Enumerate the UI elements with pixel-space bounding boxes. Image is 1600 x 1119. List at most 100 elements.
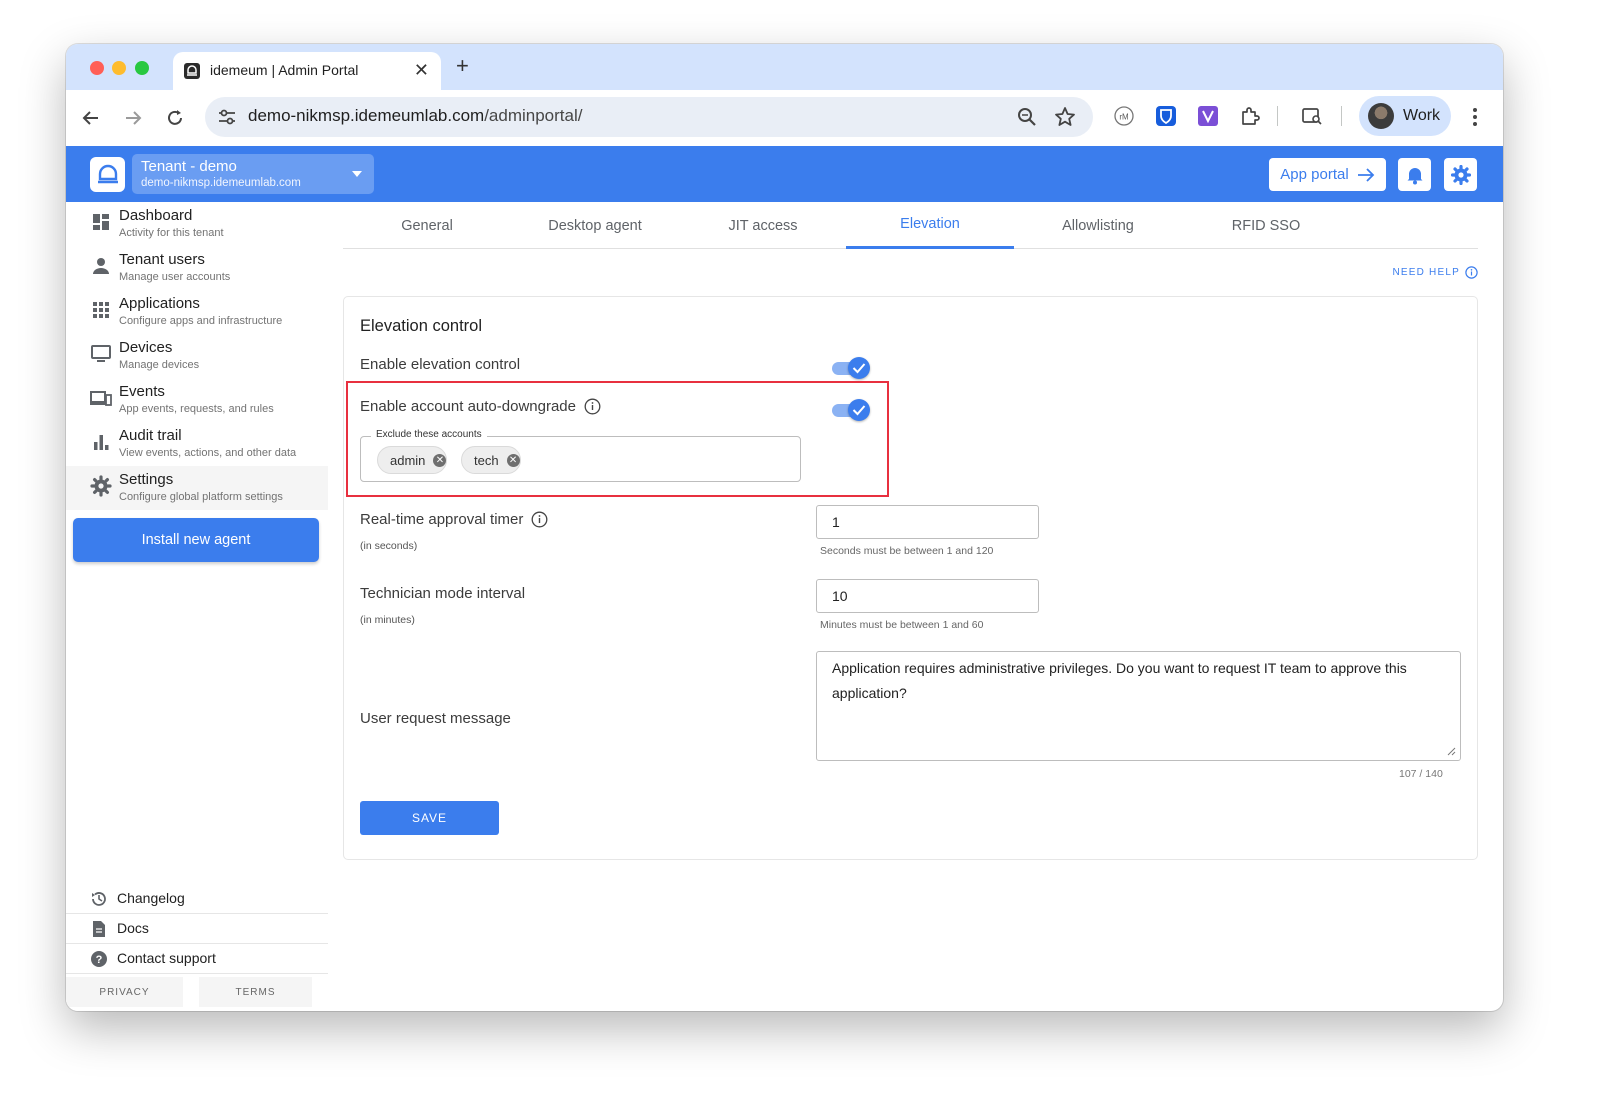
need-help-link[interactable]: NEED HELP xyxy=(1393,266,1479,279)
sidebar-item-title: Events xyxy=(119,383,165,400)
new-tab-icon[interactable]: + xyxy=(456,54,469,78)
technician-mode-text: Technician mode interval xyxy=(360,585,526,602)
tenant-selector[interactable]: Tenant - demo demo-nikmsp.idemeumlab.com xyxy=(132,154,374,194)
account-chip-tech: tech ✕ xyxy=(461,446,521,474)
tab-elevation[interactable]: Elevation xyxy=(846,202,1014,249)
need-help-label: NEED HELP xyxy=(1392,267,1460,278)
sidebar-item-audit-trail[interactable]: Audit trail View events, actions, and ot… xyxy=(66,422,328,466)
privacy-link[interactable]: PRIVACY xyxy=(66,977,183,1007)
remove-chip-icon[interactable]: ✕ xyxy=(506,453,520,467)
forward-arrow-icon[interactable] xyxy=(121,106,145,130)
settings-gear-icon[interactable] xyxy=(1444,158,1477,191)
sidebar-item-title: Tenant users xyxy=(119,251,205,268)
rm-extension-icon[interactable]: rM xyxy=(1113,105,1135,127)
sidebar-item-devices[interactable]: Devices Manage devices xyxy=(66,334,328,378)
profile-button[interactable]: Work xyxy=(1359,96,1451,136)
site-settings-icon[interactable] xyxy=(215,105,239,129)
sidebar-item-settings[interactable]: Settings Configure global platform setti… xyxy=(66,466,328,510)
tab-general[interactable]: General xyxy=(343,202,511,249)
sidebar: Dashboard Activity for this tenant Tenan… xyxy=(66,202,328,1011)
profile-label: Work xyxy=(1403,107,1441,124)
check-icon xyxy=(848,357,870,379)
url-host: demo-nikmsp.idemeumlab.com xyxy=(248,106,485,125)
auto-downgrade-label: Enable account auto-downgrade xyxy=(360,398,601,415)
sidebar-item-title: Settings xyxy=(119,471,174,488)
exclude-accounts-legend: Exclude these accounts xyxy=(371,429,487,440)
sidebar-item-subtitle: View events, actions, and other data xyxy=(119,447,297,459)
auto-downgrade-text: Enable account auto-downgrade xyxy=(360,398,576,415)
approval-timer-input[interactable]: 1 xyxy=(816,505,1039,539)
idemeum-logo-icon[interactable] xyxy=(90,157,125,192)
auto-downgrade-toggle[interactable] xyxy=(832,399,870,421)
tab-rfid-sso[interactable]: RFID SSO xyxy=(1182,202,1350,249)
enable-elevation-label: Enable elevation control xyxy=(360,356,520,373)
browser-tab-strip: idemeum | Admin Portal ✕ + xyxy=(66,44,1503,90)
tenant-domain: demo-nikmsp.idemeumlab.com xyxy=(141,177,301,189)
contact-support-link[interactable]: ? Contact support xyxy=(66,944,328,974)
user-request-message-textarea[interactable]: Application requires administrative priv… xyxy=(816,651,1461,761)
bitwarden-shield-icon[interactable] xyxy=(1155,105,1177,127)
tenant-name: Tenant - demo xyxy=(141,158,237,175)
sidebar-item-subtitle: Activity for this tenant xyxy=(119,227,224,239)
help-circle-icon: ? xyxy=(91,951,107,967)
close-window-button[interactable] xyxy=(90,61,104,75)
changelog-link[interactable]: Changelog xyxy=(66,884,328,914)
docs-link[interactable]: Docs xyxy=(66,914,328,944)
save-button[interactable]: SAVE xyxy=(360,801,499,835)
info-icon[interactable] xyxy=(531,511,548,528)
sidebar-item-dashboard[interactable]: Dashboard Activity for this tenant xyxy=(66,202,328,246)
browser-menu-icon[interactable] xyxy=(1471,106,1479,128)
extensions-puzzle-icon[interactable] xyxy=(1239,105,1261,127)
notifications-bell-icon[interactable] xyxy=(1398,158,1431,191)
sidebar-item-subtitle: Configure apps and infrastructure xyxy=(119,315,283,327)
technician-mode-label: Technician mode interval xyxy=(360,585,525,602)
enable-elevation-toggle[interactable] xyxy=(832,357,870,379)
address-bar[interactable]: demo-nikmsp.idemeumlab.com/adminportal/ xyxy=(205,97,1093,137)
contact-support-label: Contact support xyxy=(117,950,216,966)
sidebar-item-title: Audit trail xyxy=(119,427,182,444)
maximize-window-button[interactable] xyxy=(135,61,149,75)
browser-tab-title: idemeum | Admin Portal xyxy=(210,62,359,78)
sidebar-item-tenant-users[interactable]: Tenant users Manage user accounts xyxy=(66,246,328,290)
back-arrow-icon[interactable] xyxy=(79,106,103,130)
svg-text:rM: rM xyxy=(1119,113,1129,122)
document-icon xyxy=(93,921,105,937)
browser-tab[interactable]: idemeum | Admin Portal ✕ xyxy=(173,52,441,90)
url-path: /adminportal/ xyxy=(484,106,583,125)
minimize-window-button[interactable] xyxy=(112,61,126,75)
bookmark-star-icon[interactable] xyxy=(1053,105,1077,129)
check-icon xyxy=(848,399,870,421)
person-icon xyxy=(93,258,109,274)
tab-search-icon[interactable] xyxy=(1301,105,1323,127)
v-extension-icon[interactable] xyxy=(1197,105,1219,127)
resize-handle-icon[interactable] xyxy=(1446,746,1456,756)
tab-allowlisting[interactable]: Allowlisting xyxy=(1014,202,1182,249)
avatar xyxy=(1368,103,1394,129)
technician-mode-input[interactable]: 10 xyxy=(816,579,1039,613)
browser-toolbar: demo-nikmsp.idemeumlab.com/adminportal/ xyxy=(66,90,1503,146)
info-icon[interactable] xyxy=(584,398,601,415)
technician-mode-hint: Minutes must be between 1 and 60 xyxy=(820,619,984,631)
app-portal-button[interactable]: App portal xyxy=(1269,158,1386,191)
reload-icon[interactable] xyxy=(163,106,187,130)
message-character-counter: 107 / 140 xyxy=(1399,768,1443,780)
remove-chip-icon[interactable]: ✕ xyxy=(433,453,447,467)
user-request-message-label: User request message xyxy=(360,710,511,727)
caret-down-icon xyxy=(352,171,362,177)
user-request-message-text: User request message xyxy=(360,710,511,727)
zoom-icon[interactable] xyxy=(1015,105,1039,129)
toolbar-divider xyxy=(1277,106,1278,126)
sidebar-item-title: Dashboard xyxy=(119,207,193,224)
tab-jit-access[interactable]: JIT access xyxy=(679,202,847,249)
close-tab-icon[interactable]: ✕ xyxy=(414,60,429,80)
sidebar-item-events[interactable]: Events App events, requests, and rules xyxy=(66,378,328,422)
install-new-agent-button[interactable]: Install new agent xyxy=(73,518,319,562)
exclude-accounts-field[interactable]: Exclude these accounts admin ✕ tech ✕ xyxy=(360,429,801,482)
tab-desktop-agent[interactable]: Desktop agent xyxy=(511,202,679,249)
history-icon xyxy=(92,892,106,906)
terms-link[interactable]: TERMS xyxy=(199,977,312,1007)
bar-chart-icon xyxy=(94,435,109,450)
changelog-label: Changelog xyxy=(117,890,185,906)
main-content: General Desktop agent JIT access Elevati… xyxy=(328,202,1503,1011)
sidebar-item-applications[interactable]: Applications Configure apps and infrastr… xyxy=(66,290,328,334)
